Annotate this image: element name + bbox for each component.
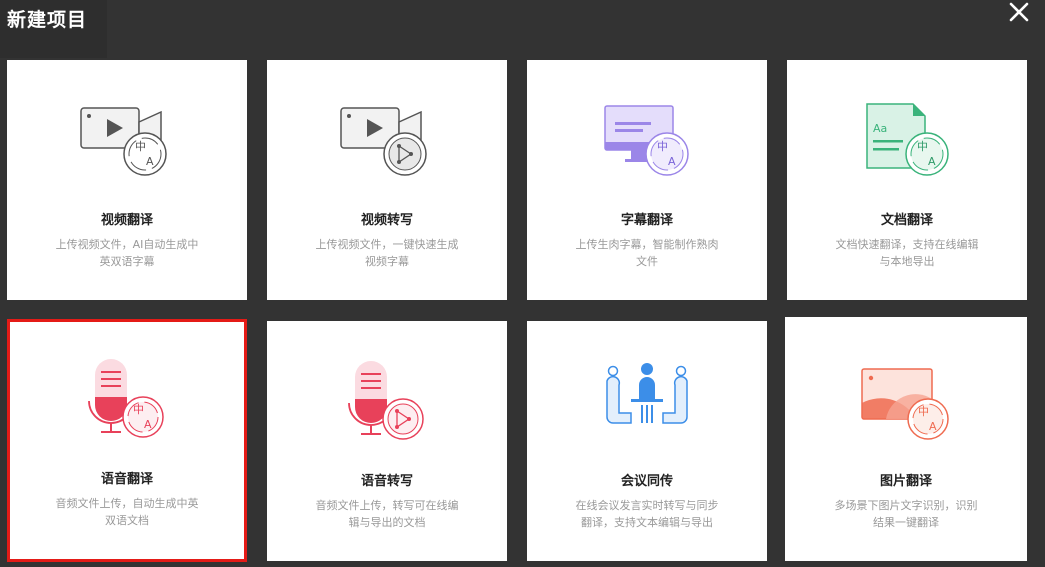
subtitle-translate-icon: 中 A	[597, 98, 697, 188]
audio-translate-icon: 中 A	[77, 357, 177, 447]
card-description: 上传生肉字幕，智能制作熟肉文件	[575, 238, 719, 268]
svg-text:中: 中	[657, 140, 668, 153]
svg-text:Aa: Aa	[873, 122, 887, 135]
video-translate-icon: 中 A	[77, 98, 177, 188]
svg-text:A: A	[929, 420, 937, 433]
svg-text:A: A	[928, 155, 936, 168]
card-description: 多场景下图片文字识别，识别结果一键翻译	[834, 499, 978, 529]
card-video-translate[interactable]: 中 A 视频翻译 上传视频文件，AI自动生成中英双语字幕	[7, 60, 247, 300]
card-title: 语音转写	[360, 474, 413, 489]
svg-text:A: A	[668, 155, 676, 168]
card-title: 视频翻译	[100, 213, 153, 228]
audio-transcribe-icon	[337, 359, 437, 449]
card-description: 音频文件上传，自动生成中英双语文档	[55, 497, 199, 527]
card-image-translate[interactable]: 中 A 图片翻译 多场景下图片文字识别，识别结果一键翻译	[785, 317, 1027, 561]
svg-text:A: A	[146, 155, 154, 168]
video-transcribe-icon	[337, 98, 437, 188]
card-description: 在线会议发言实时转写与同步翻译，支持文本编辑与导出	[575, 499, 719, 529]
card-title: 文档翻译	[880, 213, 933, 228]
card-audio-transcribe[interactable]: 语音转写 音频文件上传，转写可在线编辑与导出的文档	[267, 321, 507, 561]
card-audio-translate[interactable]: 中 A 语音翻译 音频文件上传，自动生成中英双语文档	[7, 319, 247, 562]
card-subtitle-translate[interactable]: 中 A 字幕翻译 上传生肉字幕，智能制作熟肉文件	[527, 60, 767, 300]
document-translate-icon: Aa 中 A	[857, 98, 957, 188]
svg-text:中: 中	[917, 140, 928, 153]
card-title: 视频转写	[360, 213, 413, 228]
card-title: 会议同传	[620, 474, 673, 489]
svg-text:中: 中	[135, 140, 146, 153]
card-description: 上传视频文件，AI自动生成中英双语字幕	[55, 238, 199, 268]
modal-title: 新建项目	[7, 9, 88, 31]
card-description: 上传视频文件，一键快速生成视频字幕	[315, 238, 459, 268]
card-title: 图片翻译	[879, 474, 932, 489]
card-video-transcribe[interactable]: 视频转写 上传视频文件，一键快速生成视频字幕	[267, 60, 507, 300]
card-description: 音频文件上传，转写可在线编辑与导出的文档	[315, 499, 459, 529]
card-description: 文档快速翻译，支持在线编辑与本地导出	[835, 238, 979, 268]
card-title: 语音翻译	[100, 472, 153, 487]
svg-text:中: 中	[918, 405, 929, 418]
new-project-modal: 新建项目 中 A 视频翻译 上传视频文件，AI自动生成中英双语字幕 视频转写 上…	[0, 0, 1045, 567]
card-document-translate[interactable]: Aa 中 A 文档翻译 文档快速翻译，支持在线编辑与本地导出	[787, 60, 1027, 300]
card-title: 字幕翻译	[620, 213, 673, 228]
image-translate-icon: 中 A	[856, 359, 956, 449]
close-icon[interactable]	[1008, 1, 1030, 23]
svg-text:A: A	[144, 418, 152, 431]
meeting-interpret-icon	[597, 359, 697, 449]
card-meeting-interpretation[interactable]: 会议同传 在线会议发言实时转写与同步翻译，支持文本编辑与导出	[527, 321, 767, 561]
svg-text:中: 中	[133, 403, 144, 416]
